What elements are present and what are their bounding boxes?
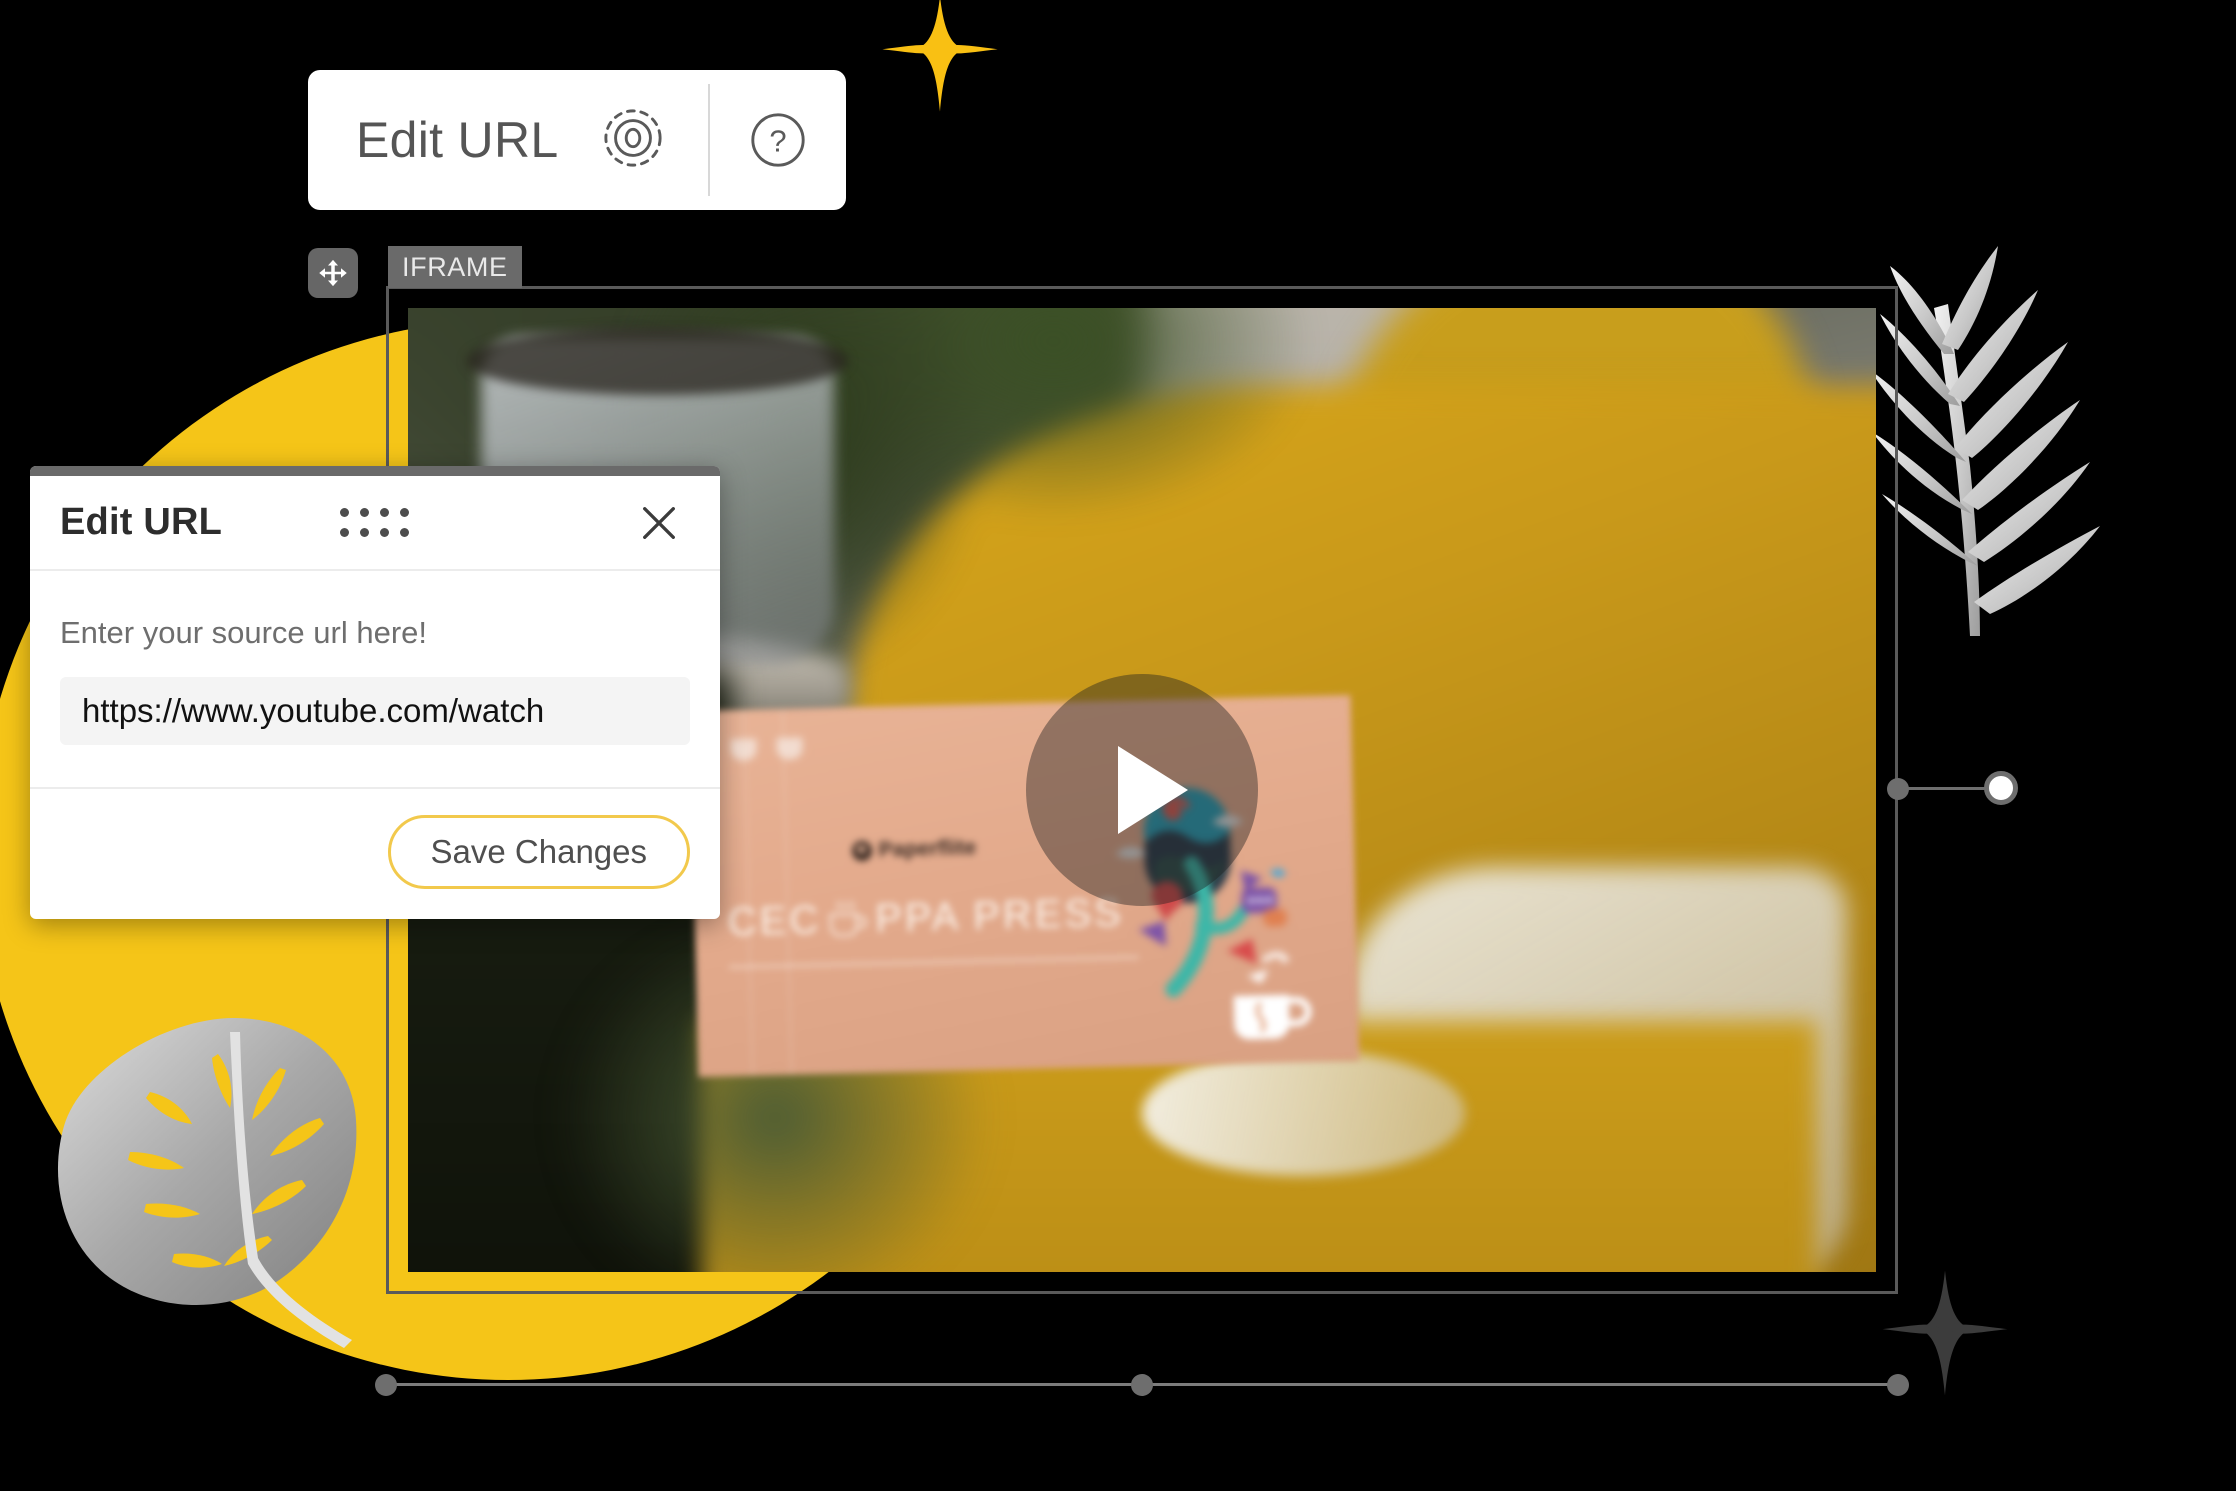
resize-handle-right[interactable] [1887,778,1909,800]
url-field-label: Enter your source url here! [60,615,428,650]
close-button[interactable] [632,496,686,550]
edit-url-toolbar[interactable]: Edit URL ? [308,70,847,210]
coffee-cup-icon [1233,994,1312,1040]
toolbar-label: Edit URL [356,112,559,168]
edit-url-toolbar-main[interactable]: Edit URL [308,70,708,210]
edit-url-dialog[interactable]: Edit URL Enter your source url here! Sav… [30,466,720,919]
question-mark-icon: ? [751,113,806,167]
svg-text:?: ? [770,124,787,159]
resize-handle-bottom-left[interactable] [375,1374,397,1396]
save-changes-button[interactable]: Save Changes [387,815,690,889]
play-triangle-icon [1118,746,1188,834]
play-button[interactable] [1026,674,1258,906]
resize-handle-bottom-center[interactable] [1131,1374,1153,1396]
rotate-handle[interactable] [1984,771,2018,805]
paperflite-label: Paperflite [878,836,977,862]
canvas-stage: Paperflite CEC PPA PRESS IFRAME Edit URL… [0,0,2236,1491]
box-title-left: CEC [727,898,823,945]
rotate-connector [1908,787,1986,790]
video-jug-rim [466,327,849,395]
drag-dots-icon[interactable] [340,508,410,537]
four-point-star-icon [880,0,1000,114]
dialog-body: Enter your source url here! [30,571,720,789]
dialog-footer: Save Changes [30,789,720,919]
close-x-icon [643,506,675,539]
paperflite-logo: Paperflite [851,836,977,863]
palm-leaf-icon [1862,236,2192,646]
coffee-cup-icon [830,900,868,937]
dialog-header[interactable]: Edit URL [30,476,720,571]
resize-handle-bottom-right[interactable] [1887,1374,1909,1396]
dialog-title: Edit URL [60,501,223,543]
move-arrows-icon [319,259,347,287]
video-tassel-rope [1142,1050,1465,1176]
move-handle-button[interactable] [308,248,358,298]
target-focus-icon[interactable] [602,107,664,174]
paperflite-mark-icon [851,840,873,862]
monstera-leaf-icon [34,996,434,1366]
url-input[interactable] [60,677,690,745]
dialog-top-bar [30,466,720,476]
video-envelope: Paperflite CEC PPA PRESS [689,695,1360,1078]
element-type-tag: IFRAME [388,246,522,288]
help-button[interactable]: ? [710,70,846,210]
